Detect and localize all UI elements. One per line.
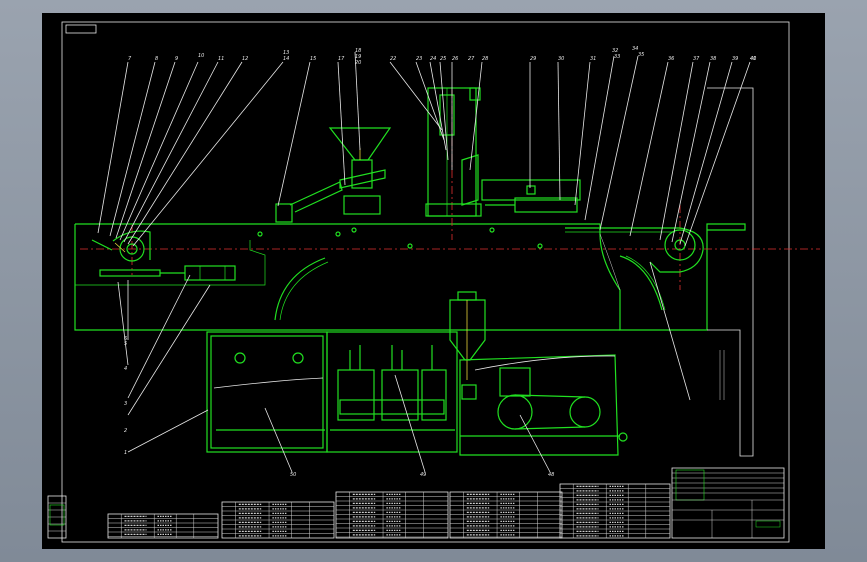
parts-list-table (47, 495, 67, 539)
balloon-numbers-bottom: 12345650 49 48 (124, 336, 554, 478)
balloon-number: 28 (482, 56, 488, 62)
drawing-sheet[interactable]: 7 8 9 10 11 12 13 14 15 17 18 19 20 22 23 24 25 26 27 28 29 3… (42, 13, 825, 549)
balloon-number: 35 (638, 52, 644, 58)
title-block (671, 467, 785, 539)
machine-frame (74, 87, 820, 457)
pump-motor (497, 394, 533, 430)
balloon-number: 12 (242, 56, 248, 62)
balloon-number: 15 (310, 56, 316, 62)
balloon-number: 11 (218, 56, 224, 62)
parts-list-grid (107, 472, 784, 539)
balloon-number: 6 (124, 336, 127, 342)
balloon-number: 49 (420, 472, 426, 478)
balloon-number: 48 (548, 472, 554, 478)
right-air-cylinder (481, 179, 581, 213)
left-air-cylinder (184, 265, 236, 281)
balloon-number: 37 (693, 56, 700, 62)
balloon-number: 50 (290, 472, 296, 478)
balloon-number: 31 (590, 56, 596, 62)
pump-hopper (449, 291, 486, 380)
balloon-number: 23 (416, 56, 422, 62)
balloon-number: 22 (390, 56, 396, 62)
balloon-number: 1 (124, 450, 127, 456)
balloon-number: 29 (530, 56, 536, 62)
vertical-column (425, 87, 482, 217)
balloon-numbers-top: 7 8 9 10 11 121314 15 1718192022 23 24 25 26 27 28 29 3… (128, 46, 756, 66)
balloon-number: 9 (175, 56, 178, 62)
balloon-number: 3 (124, 401, 127, 407)
balloon-number: 25 (440, 56, 446, 62)
assembly-drawing: 7 8 9 10 11 121314 15 1718192022 23 24 25 26 27 28 29 3… (47, 21, 820, 543)
balloon-number: 8 (155, 56, 158, 62)
corner-code-box (65, 24, 97, 34)
balloon-number: 4 (124, 366, 127, 372)
balloon-number: 38 (710, 56, 716, 62)
balloon-number: 20 (355, 60, 361, 66)
balloon-number: 30 (558, 56, 564, 62)
balloon-number: 24 (430, 56, 436, 62)
cad-viewport[interactable]: 7 8 9 10 11 12 13 14 15 17 18 19 20 22 23 24 25 26 27 28 29 3… (0, 0, 867, 562)
balloon-number: 14 (283, 56, 289, 62)
balloon-number: 36 (668, 56, 674, 62)
leader-lines (97, 51, 751, 473)
lower-stand (206, 291, 628, 456)
balloon-number: 33 (614, 54, 620, 60)
balloon-number: 39 (732, 56, 738, 62)
balloon-number: 17 (338, 56, 345, 62)
balloon-number: 26 (452, 56, 458, 62)
balloon-number: 10 (198, 53, 204, 59)
balloon-number: 27 (468, 56, 475, 62)
balloon-number: 41 (750, 56, 756, 62)
valve-bank (337, 345, 447, 421)
feeder-hopper (275, 127, 392, 223)
balloon-number: 2 (124, 428, 127, 434)
balloon-number: 7 (128, 56, 132, 62)
